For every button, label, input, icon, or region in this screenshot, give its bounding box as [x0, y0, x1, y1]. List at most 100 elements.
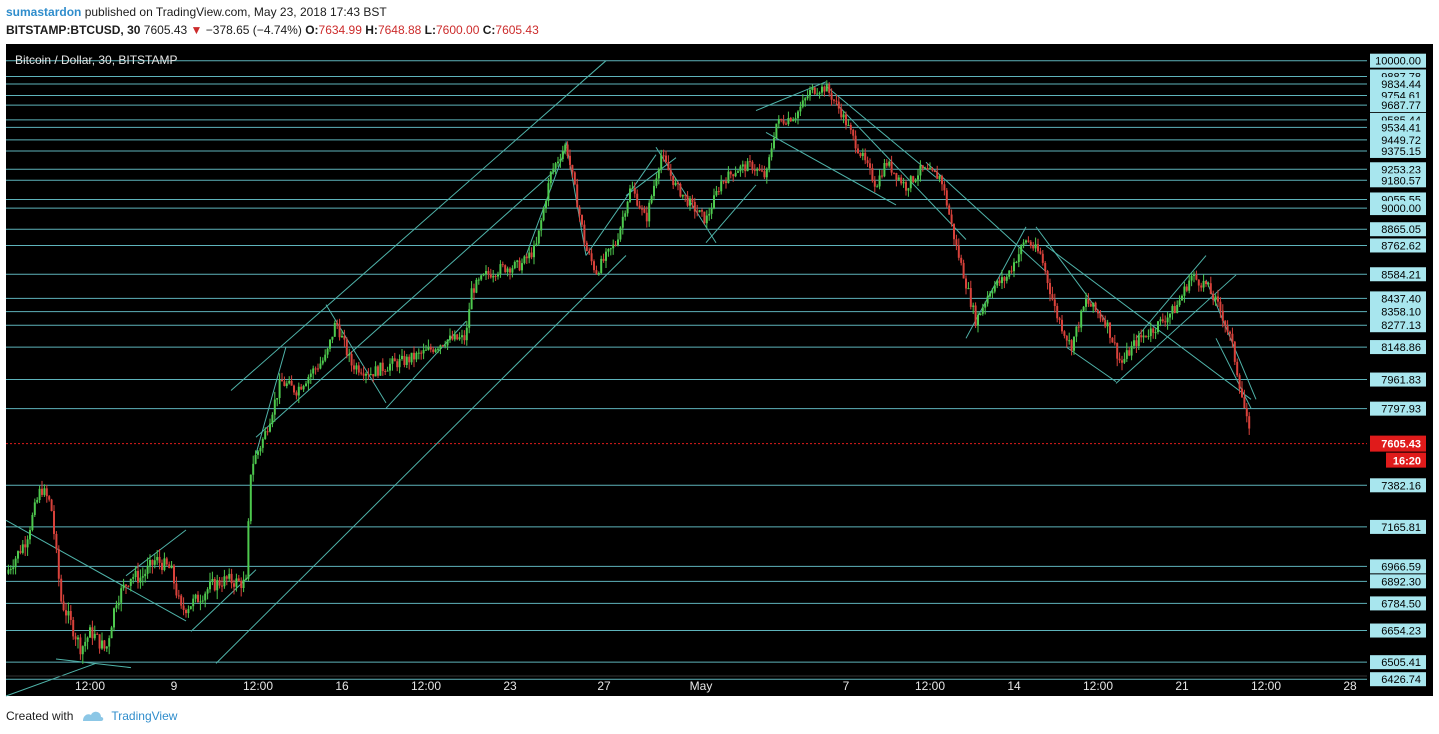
candle-body: [134, 570, 137, 578]
candle-body: [775, 123, 778, 138]
candle-body: [1219, 301, 1222, 311]
candle-body: [813, 87, 816, 94]
published-text: published on TradingView.com, May 23, 20…: [84, 5, 387, 19]
candle-body: [437, 348, 439, 350]
candle-body: [309, 373, 312, 377]
candle-body: [552, 168, 555, 172]
candle-body: [177, 595, 180, 597]
candle-body: [355, 365, 358, 370]
x-tick-label: 12:00: [411, 679, 441, 693]
candle-body: [571, 164, 574, 173]
candle-body: [317, 368, 319, 370]
candle-body: [686, 195, 689, 206]
candle-body: [1039, 251, 1042, 254]
candle-body: [1176, 304, 1179, 314]
candle-body: [48, 496, 51, 500]
candle-body: [33, 502, 36, 515]
countdown-label: 16:20: [1393, 456, 1421, 468]
candle-body: [17, 551, 19, 559]
candle-body: [1032, 246, 1035, 249]
candle-body: [1190, 275, 1193, 281]
candle-body: [530, 252, 533, 258]
candle-body: [494, 275, 497, 277]
candle-body: [777, 119, 780, 124]
candle-body: [638, 205, 641, 209]
candle-body: [641, 208, 643, 210]
candle-body: [312, 368, 315, 374]
candle-body: [259, 447, 262, 452]
candle-body: [480, 275, 483, 280]
candle-body: [1233, 341, 1236, 362]
candle-body: [1034, 244, 1037, 249]
candle-body: [537, 230, 540, 244]
candle-body: [1214, 296, 1217, 301]
candle-body: [1089, 303, 1092, 307]
publish-info: sumastardon published on TradingView.com…: [6, 5, 387, 19]
candle-body: [1082, 306, 1085, 311]
candle-body: [866, 160, 869, 164]
candle-body: [451, 335, 454, 340]
high-value: 7648.88: [377, 23, 422, 37]
candle-body: [283, 381, 286, 386]
candle-body: [449, 335, 451, 340]
candle-body: [619, 227, 622, 240]
candle-body: [1159, 319, 1162, 322]
candle-body: [501, 264, 504, 266]
price-level-label: 8358.10: [1381, 307, 1421, 319]
candle-body: [1171, 306, 1174, 314]
candle-body: [41, 488, 43, 495]
candle-body: [1101, 318, 1104, 321]
candle-body: [74, 636, 77, 640]
candle-body: [929, 168, 931, 170]
candle-body: [739, 166, 742, 172]
candle-body: [266, 431, 269, 433]
price-chart[interactable]: Bitcoin / Dollar, 30, BITSTAMP 10000.00 9…: [0, 40, 1439, 700]
candle-body: [1152, 328, 1155, 333]
candle-body: [461, 335, 463, 338]
candle-body: [669, 170, 672, 176]
open-value: 7634.99: [318, 23, 362, 37]
candle-body: [593, 261, 595, 271]
candle-body: [84, 641, 87, 647]
candle-body: [1017, 254, 1020, 263]
candle-body: [993, 285, 996, 292]
candle-body: [300, 386, 303, 390]
candle-body: [715, 191, 718, 196]
price-level-label: 6505.41: [1381, 657, 1421, 669]
candle-body: [79, 637, 82, 655]
candle-body: [696, 211, 699, 213]
candle-body: [50, 499, 53, 512]
candle-body: [811, 87, 814, 90]
candle-body: [787, 117, 790, 125]
candle-body: [1130, 345, 1133, 356]
candle-body: [799, 106, 802, 112]
author-link[interactable]: sumastardon: [6, 5, 81, 19]
candle-body: [595, 270, 598, 274]
candle-body: [137, 570, 139, 583]
candle-body: [1099, 313, 1102, 319]
candle-body: [533, 245, 535, 258]
price-level-label: 7165.81: [1381, 522, 1421, 534]
candle-body: [763, 171, 766, 178]
candle-body: [72, 619, 75, 637]
tradingview-link[interactable]: TradingView: [111, 709, 177, 723]
candle-body: [1053, 299, 1056, 306]
candle-body: [297, 386, 300, 396]
x-tick-label: 16: [335, 679, 349, 693]
candle-body: [523, 256, 526, 264]
candle-body: [125, 584, 127, 586]
candle-body: [302, 385, 305, 390]
candle-body: [132, 577, 135, 579]
candle-body: [821, 86, 823, 93]
candle-body: [29, 529, 31, 540]
candle-body: [1022, 242, 1025, 246]
candle-body: [1010, 270, 1013, 272]
candle-body: [53, 511, 55, 534]
candle-body: [374, 366, 377, 377]
candle-body: [151, 560, 154, 565]
candle-body: [187, 609, 190, 614]
candle-body: [103, 640, 106, 649]
candle-body: [1137, 335, 1140, 346]
candle-body: [542, 208, 545, 221]
candle-body: [485, 271, 487, 275]
